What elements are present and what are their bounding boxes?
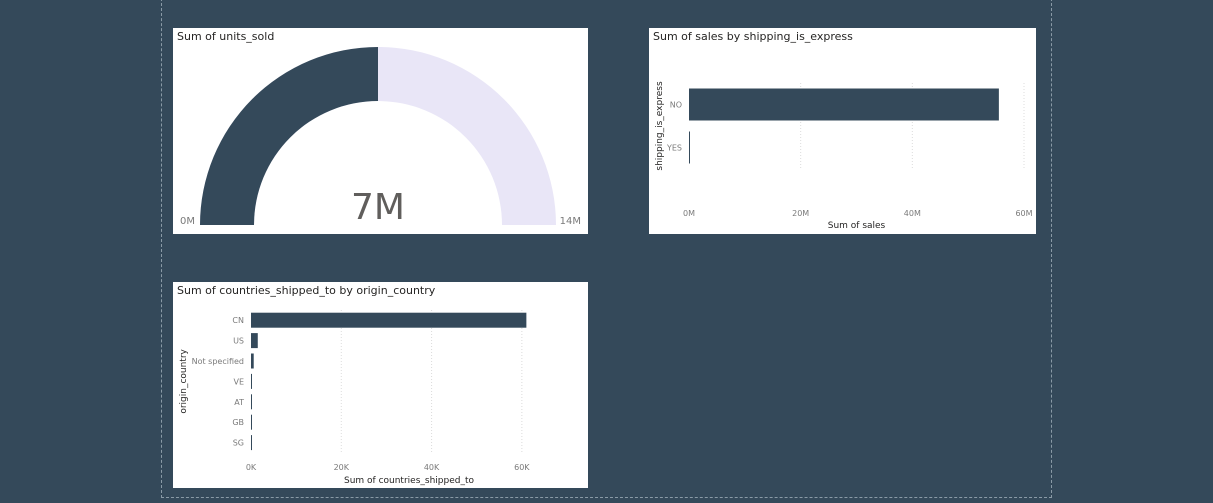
shipping-x-tick-label: 0M: [683, 209, 695, 218]
countries-bar-not-specified: [251, 353, 254, 369]
shipping-y-axis-title: shipping_is_express: [655, 81, 665, 171]
countries-bar-sg: [251, 435, 252, 451]
countries-x-axis-title: Sum of countries_shipped_to: [344, 476, 474, 486]
countries-category-label: CN: [232, 316, 244, 325]
countries-x-tick-label: 60K: [514, 463, 530, 472]
gauge-value-label: 7M: [351, 187, 405, 228]
shipping-x-tick-label: 60M: [1015, 209, 1032, 218]
countries-bar-gb: [251, 414, 252, 430]
countries-category-label: GB: [232, 418, 244, 427]
countries-category-label: VE: [233, 377, 244, 386]
countries-bar-cn: [251, 312, 527, 328]
shipping-category-label: YES: [666, 144, 682, 153]
shipping-x-tick-label: 20M: [792, 209, 809, 218]
shipping-express-bar-visual[interactable]: Sum of sales by shipping_is_express 0M 20…: [649, 28, 1036, 234]
shipping-bar-no: [689, 88, 999, 121]
gauge-chart: 7M 0M 14M: [180, 47, 581, 228]
gauge-min-label: 0M: [180, 216, 195, 227]
countries-bar-ve: [251, 373, 252, 389]
countries-bar-visual[interactable]: Sum of countries_shipped_to by origin_co…: [173, 282, 588, 488]
countries-x-tick-label: 0K: [246, 463, 257, 472]
countries-x-tick-label: 40K: [424, 463, 440, 472]
countries-bar-us: [251, 333, 258, 349]
shipping-bar-yes: [689, 131, 690, 164]
shipping-x-axis-title: Sum of sales: [828, 221, 886, 231]
countries-y-axis-title: origin_country: [179, 348, 189, 413]
shipping-x-tick-label: 40M: [904, 209, 921, 218]
shipping-bar-chart: 0M 20M 40M 60M NO YES Sum of sales shipping_is_…: [655, 81, 1033, 231]
gauge-max-label: 14M: [560, 216, 581, 227]
countries-bar-chart: 0K 20K 40K 60K CN US Not specified VE AT GB SG Sum …: [179, 310, 530, 486]
gauge-visual[interactable]: Sum of units_sold 7M 0M 14M: [173, 28, 588, 234]
countries-x-tick-label: 20K: [334, 463, 350, 472]
countries-category-label: US: [233, 337, 244, 346]
countries-category-label: AT: [234, 398, 244, 407]
countries-category-label: Not specified: [192, 357, 244, 366]
countries-bar-at: [251, 394, 252, 410]
shipping-category-label: NO: [670, 101, 682, 110]
countries-category-label: SG: [233, 439, 244, 448]
